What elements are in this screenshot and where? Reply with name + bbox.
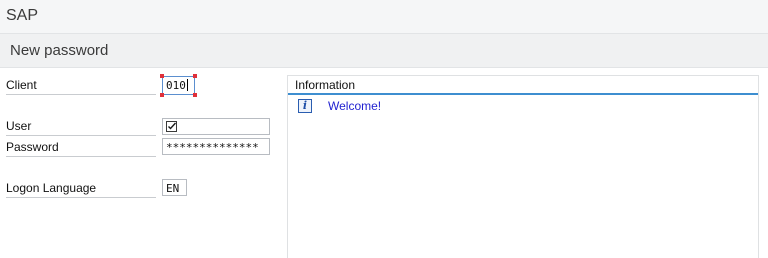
user-input[interactable] <box>162 118 270 135</box>
logon-language-label: Logon Language <box>6 181 156 198</box>
password-label: Password <box>6 140 156 157</box>
information-header: Information <box>295 78 356 92</box>
user-label: User <box>6 119 156 136</box>
focus-marker-top-left <box>160 74 164 78</box>
logon-language-value: EN <box>166 182 180 195</box>
focus-marker-top-right <box>193 74 197 78</box>
text-cursor <box>186 79 188 91</box>
check-box-icon <box>166 120 177 134</box>
client-value: 010 <box>166 79 186 92</box>
information-panel: Information i Welcome! <box>287 75 759 258</box>
sap-logon-window: SAP New password Client 010 User Passwor… <box>0 0 768 258</box>
message-text: Welcome! <box>328 99 382 113</box>
screen-title: New password <box>10 42 109 59</box>
client-label: Client <box>6 78 156 95</box>
title-bar: SAP <box>0 0 768 34</box>
screen-title-bar: New password <box>0 34 768 68</box>
client-input[interactable]: 010 <box>162 76 195 95</box>
info-icon: i <box>298 99 312 113</box>
focus-marker-bottom-right <box>193 93 197 97</box>
focus-marker-bottom-left <box>160 93 164 97</box>
information-header-rule <box>288 93 758 95</box>
app-title: SAP <box>6 7 39 24</box>
password-value: ************** <box>166 141 259 154</box>
password-input[interactable]: ************** <box>162 138 270 155</box>
logon-language-input[interactable]: EN <box>162 179 187 196</box>
